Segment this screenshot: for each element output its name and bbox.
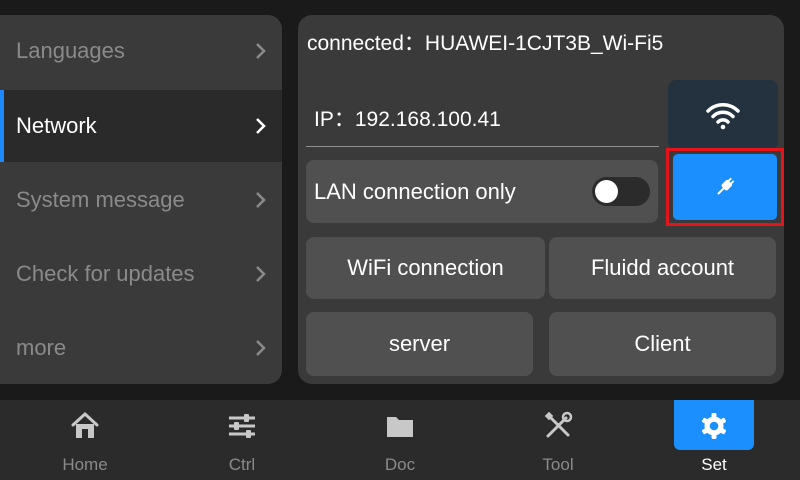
lan-plug-button[interactable] — [666, 148, 784, 226]
wifi-button[interactable] — [668, 80, 778, 150]
nav-doc[interactable]: Doc — [345, 400, 455, 480]
chevron-right-icon — [256, 340, 266, 356]
tools-icon — [544, 411, 573, 438]
wifi-icon — [706, 103, 740, 130]
nav-label: Set — [701, 455, 727, 474]
button-label: WiFi connection — [347, 255, 504, 280]
menu-item-label: more — [16, 335, 67, 360]
fluidd-account-button[interactable]: Fluidd account — [549, 237, 776, 299]
bottom-nav: Home Ctrl Doc Tool Set — [0, 400, 800, 480]
folder-icon — [387, 417, 413, 437]
nav-ctrl[interactable]: Ctrl — [187, 400, 297, 480]
lan-only-label: LAN connection only — [314, 178, 516, 204]
wifi-connection-button[interactable]: WiFi connection — [306, 237, 545, 299]
nav-label: Ctrl — [228, 455, 256, 474]
lan-only-toggle[interactable] — [592, 177, 650, 206]
menu-item-network[interactable]: Network — [0, 90, 282, 162]
chevron-right-icon — [256, 266, 266, 282]
gear-icon — [702, 413, 726, 439]
menu-item-label: System message — [16, 187, 185, 212]
home-icon — [71, 412, 99, 438]
button-label: server — [388, 331, 451, 356]
divider — [306, 146, 659, 147]
toggle-knob — [595, 180, 618, 203]
chevron-right-icon — [256, 118, 266, 134]
nav-label: Doc — [384, 455, 416, 474]
client-button[interactable]: Client — [549, 312, 776, 376]
button-label: Client — [634, 331, 691, 356]
button-label: Fluidd account — [590, 255, 735, 280]
menu-item-label: Languages — [16, 38, 125, 63]
menu-item-label: Check for updates — [16, 261, 195, 286]
network-panel: connected：HUAWEI-1CJT3B_Wi-Fi5 IP：192.16… — [298, 15, 784, 384]
server-button[interactable]: server — [306, 312, 533, 376]
nav-tool[interactable]: Tool — [503, 400, 613, 480]
settings-menu: Languages Network System message Check f… — [0, 15, 282, 384]
sliders-icon — [229, 414, 255, 438]
nav-label: Tool — [542, 455, 574, 474]
plug-icon — [717, 177, 735, 195]
chevron-right-icon — [256, 192, 266, 208]
nav-home[interactable]: Home — [30, 400, 140, 480]
ip-address: IP：192.168.100.41 — [314, 108, 501, 131]
menu-item-check-for-updates[interactable]: Check for updates — [0, 238, 282, 310]
lan-only-row: LAN connection only — [306, 160, 658, 223]
menu-item-system-message[interactable]: System message — [0, 164, 282, 236]
lan-plug-button-face — [673, 154, 777, 220]
connection-status: connected：HUAWEI-1CJT3B_Wi-Fi5 — [307, 32, 664, 55]
nav-set[interactable]: Set — [659, 400, 769, 480]
menu-item-more[interactable]: more — [0, 312, 282, 384]
nav-label: Home — [62, 455, 108, 474]
chevron-right-icon — [256, 43, 266, 59]
menu-item-label: Network — [16, 113, 97, 138]
menu-item-languages[interactable]: Languages — [0, 15, 282, 87]
